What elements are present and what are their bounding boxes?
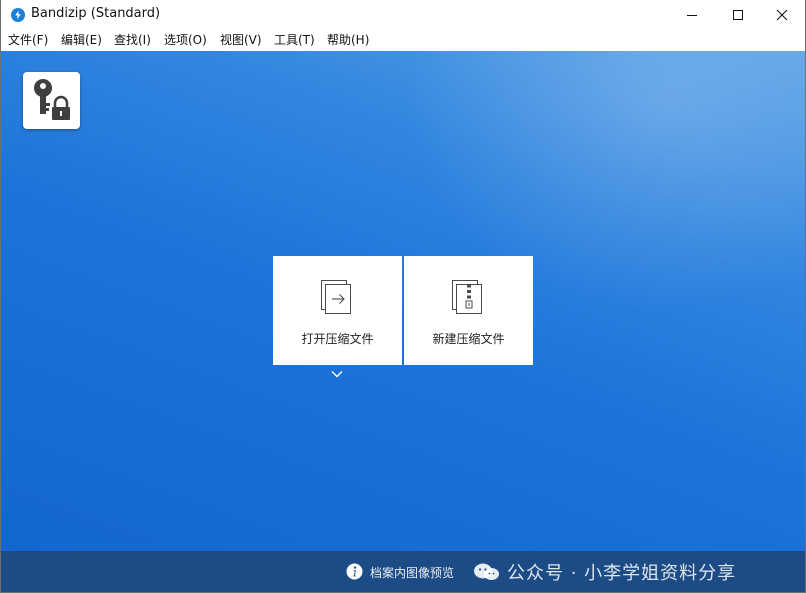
new-archive-icon (452, 280, 482, 314)
status-bar: 档案内图像预览 公众号 · 小李学姐资料分享 (1, 551, 805, 592)
menu-bar: 文件(F) 编辑(E) 查找(I) 选项(O) 视图(V) 工具(T) 帮助(H… (1, 30, 805, 51)
bandizip-logo-icon (11, 8, 25, 22)
open-archive-button[interactable]: 打开压缩文件 (273, 256, 402, 365)
menu-tools[interactable]: 工具(T) (274, 33, 315, 48)
menu-edit[interactable]: 编辑(E) (61, 33, 102, 48)
new-archive-label: 新建压缩文件 (432, 332, 505, 346)
menu-file[interactable]: 文件(F) (8, 33, 48, 48)
maximize-button[interactable] (715, 0, 761, 30)
menu-options[interactable]: 选项(O) (164, 33, 207, 48)
info-icon (346, 563, 363, 580)
wechat-icon (474, 563, 499, 580)
open-archive-icon (321, 280, 351, 314)
start-screen: 打开压缩文件 新建压缩文件 (1, 51, 805, 551)
menu-help[interactable]: 帮助(H) (327, 33, 369, 48)
maximize-icon (733, 10, 743, 20)
minimize-button[interactable] (669, 0, 715, 30)
close-icon (776, 9, 788, 21)
password-manager-button[interactable] (23, 72, 80, 129)
chevron-down-icon[interactable] (330, 369, 344, 379)
new-archive-button[interactable]: 新建压缩文件 (404, 256, 533, 365)
watermark-text: 公众号 · 小李学姐资料分享 (507, 563, 737, 584)
key-lock-icon (34, 79, 70, 120)
bandizip-window: Bandizip (Standard) 文件(F) 编辑(E) 查找(I) 选项… (0, 0, 806, 593)
menu-find[interactable]: 查找(I) (114, 33, 151, 48)
window-title: Bandizip (Standard) (31, 6, 161, 21)
menu-view[interactable]: 视图(V) (220, 33, 262, 48)
close-button[interactable] (759, 0, 805, 30)
title-bar[interactable]: Bandizip (Standard) (1, 0, 805, 30)
minimize-icon (687, 15, 697, 16)
image-preview-toggle[interactable]: 档案内图像预览 (370, 564, 454, 581)
open-archive-label: 打开压缩文件 (301, 332, 374, 346)
